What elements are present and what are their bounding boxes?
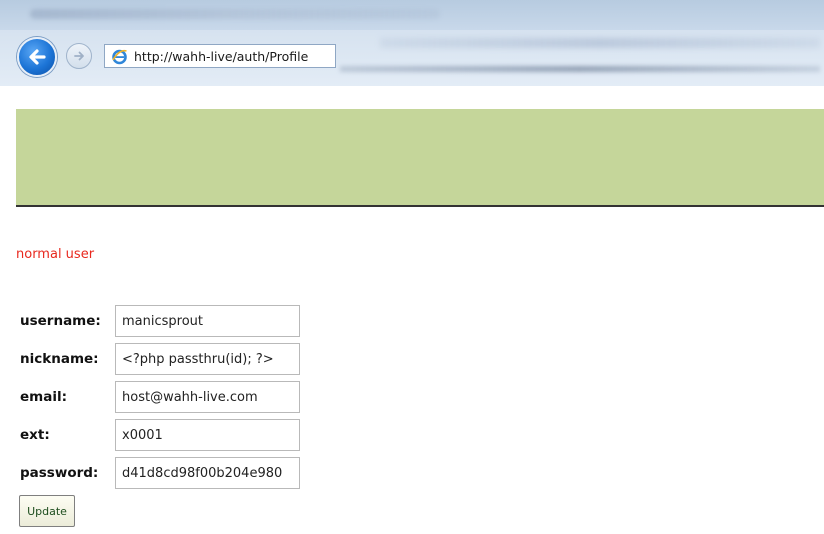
back-arrow-icon xyxy=(29,49,46,65)
address-bar[interactable]: http://wahh-live/auth/Profile xyxy=(104,44,336,68)
username-row: username: xyxy=(16,304,316,338)
window-title-bar xyxy=(0,0,824,30)
url-text: http://wahh-live/auth/Profile xyxy=(134,48,309,64)
nickname-row: nickname: xyxy=(16,342,316,376)
back-button[interactable] xyxy=(17,37,57,77)
update-button[interactable]: Update xyxy=(19,495,75,527)
password-row: password: xyxy=(16,456,316,490)
ext-row: ext: xyxy=(16,418,316,452)
username-field[interactable] xyxy=(115,305,300,337)
password-field[interactable] xyxy=(115,457,300,489)
user-role-text: normal user xyxy=(16,247,95,262)
forward-button[interactable] xyxy=(66,43,92,69)
blurred-tabs xyxy=(380,38,820,48)
ext-field[interactable] xyxy=(115,419,300,451)
browser-toolbar: http://wahh-live/auth/Profile xyxy=(0,0,824,86)
ext-label: ext: xyxy=(20,427,50,443)
password-label: password: xyxy=(20,465,99,481)
forward-arrow-icon xyxy=(74,51,84,61)
email-field[interactable] xyxy=(115,381,300,413)
ie-page-icon xyxy=(112,49,127,64)
nickname-label: nickname: xyxy=(20,351,99,367)
email-label: email: xyxy=(20,389,67,405)
email-row: email: xyxy=(16,380,316,414)
page-banner xyxy=(16,109,824,207)
blurred-tab-edge xyxy=(340,66,820,72)
blurred-title xyxy=(30,9,440,19)
nickname-field[interactable] xyxy=(115,343,300,375)
username-label: username: xyxy=(20,313,101,329)
